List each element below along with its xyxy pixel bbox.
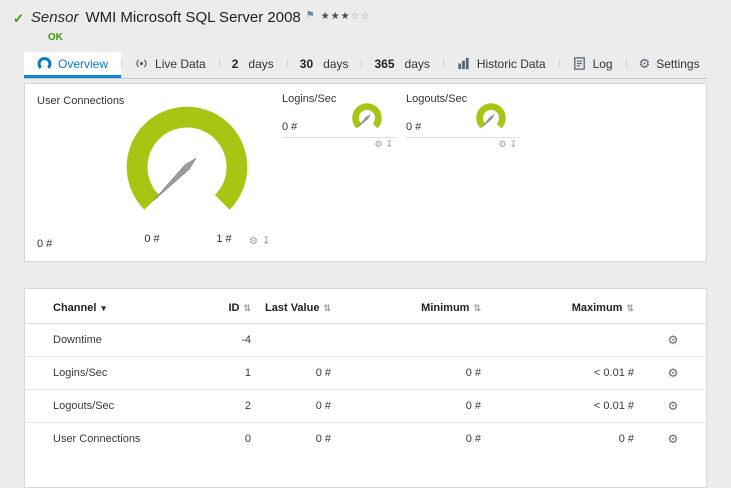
gauge-current-value: 0 # (37, 238, 53, 250)
cell-maximum: < 0.01 # (487, 356, 640, 390)
gauge-max-label: 1 # (216, 233, 232, 245)
cell-channel: Downtime (25, 323, 205, 357)
cell-channel: Logins/Sec (25, 356, 205, 390)
live-signal-icon (136, 59, 147, 68)
gauge-panel: User Connections 0 # 1 # 0 # ⚙↧ Logins/S… (24, 83, 707, 262)
logouts-gauge (476, 103, 506, 129)
gauge-needle (481, 114, 495, 128)
channel-table: Channel ▾ ID ⇅ Last Value ⇅ Minimum ⇅ Maximu… (25, 289, 706, 455)
gear-icon[interactable]: ⚙ (374, 139, 385, 149)
table-row: Downtime -4 ⚙ (25, 323, 706, 357)
tab-live-data[interactable]: Live Data (121, 52, 219, 78)
gear-icon: ⚙ (638, 55, 651, 71)
col-minimum[interactable]: Minimum ⇅ (337, 289, 487, 324)
cell-id: 1 (205, 356, 257, 390)
tab-log[interactable]: Log (558, 52, 626, 78)
divider (406, 137, 520, 138)
gear-icon[interactable]: ⚙ (498, 139, 509, 149)
col-channel[interactable]: Channel ▾ (25, 289, 205, 324)
small-gauge-label: Logouts/Sec (406, 93, 468, 105)
pin-icon[interactable]: ↧ (385, 139, 396, 149)
cell-minimum: 0 # (337, 389, 487, 423)
channel-settings-icon[interactable]: ⚙ (668, 432, 679, 446)
tab-label: days (323, 56, 349, 71)
status-badge: OK (47, 32, 63, 43)
tab-label: days (248, 56, 274, 71)
channel-settings-icon[interactable]: ⚙ (668, 333, 679, 347)
gauge-min-label: 0 # (144, 233, 160, 245)
cell-last-value (257, 323, 337, 357)
gear-icon[interactable]: ⚙ (249, 236, 262, 247)
cell-id: 0 (244, 433, 251, 445)
tab-label: Live Data (155, 56, 206, 71)
col-actions (640, 289, 706, 324)
cell-minimum: 0 # (465, 433, 481, 445)
small-gauge-value: 0 # (406, 121, 422, 133)
small-gauge-logins: Logins/Sec 0 # ⚙↧ (282, 93, 396, 151)
gauge-needle (152, 158, 197, 202)
cell-maximum: < 0.01 # (487, 389, 640, 423)
cell-maximum: 0 # (618, 433, 634, 445)
pin-icon[interactable]: ↧ (262, 236, 274, 247)
cell-channel: User Connections (53, 433, 141, 445)
sort-icon[interactable]: ⇅ (323, 303, 331, 313)
small-gauge-logouts: Logouts/Sec 0 # ⚙↧ (406, 93, 520, 151)
tab-30-days[interactable]: 30 days (286, 52, 362, 78)
cell-last-value: 0 # (257, 356, 337, 390)
tab-bar: Overview Live Data 2 days 30 days 365 days … (24, 52, 707, 79)
channel-settings-icon[interactable]: ⚙ (668, 399, 679, 413)
cell-maximum (487, 323, 640, 357)
tab-label: Settings (656, 56, 700, 71)
pin-icon[interactable]: ↧ (509, 139, 520, 149)
cell-id: -4 (205, 323, 257, 357)
cell-last-value: 0 # (315, 433, 331, 445)
tab-overview[interactable]: Overview (24, 52, 122, 78)
filter-dropdown-icon[interactable]: ▾ (101, 303, 106, 313)
cell-last-value: 0 # (257, 389, 337, 423)
sensor-header: ✓ Sensor WMI Microsoft SQL Server 2008 ⚑ ★★… (0, 0, 731, 43)
log-document-icon (573, 57, 585, 70)
page-title: WMI Microsoft SQL Server 2008 (85, 9, 301, 26)
priority-stars-empty[interactable]: ☆☆ (351, 11, 371, 22)
tab-label: Log (592, 56, 613, 71)
sort-icon[interactable]: ⇅ (243, 303, 251, 313)
bar-chart-icon (458, 57, 469, 70)
col-last-value[interactable]: Last Value ⇅ (257, 289, 337, 324)
tab-label: days (404, 56, 430, 71)
logins-gauge (352, 103, 382, 129)
flag-icon[interactable]: ⚑ (306, 10, 315, 21)
sort-icon[interactable]: ⇅ (626, 303, 634, 313)
tab-settings[interactable]: ⚙ Settings (625, 52, 713, 78)
small-gauge-label: Logins/Sec (282, 93, 337, 105)
divider (282, 137, 396, 138)
status-check-icon: ✓ (13, 11, 24, 26)
table-header-row: Channel ▾ ID ⇅ Last Value ⇅ Minimum ⇅ Maximu… (25, 289, 706, 324)
col-maximum[interactable]: Maximum ⇅ (487, 289, 640, 324)
table-row: Logouts/Sec 2 0 # 0 # < 0.01 # ⚙ (25, 389, 706, 423)
tab-label: Overview (58, 56, 109, 71)
sort-icon[interactable]: ⇅ (473, 303, 481, 313)
object-kind-label: Sensor (30, 9, 79, 26)
tab-historic-data[interactable]: Historic Data (442, 52, 559, 78)
tab-365-days[interactable]: 365 days (361, 52, 442, 78)
channel-settings-icon[interactable]: ⚙ (668, 366, 679, 380)
gauge-needle (357, 114, 371, 128)
col-id[interactable]: ID ⇅ (205, 289, 257, 324)
user-connections-gauge (126, 106, 248, 210)
cell-minimum: 0 # (337, 356, 487, 390)
channel-table-panel: Channel ▾ ID ⇅ Last Value ⇅ Minimum ⇅ Maximu… (24, 288, 707, 488)
cell-channel: Logouts/Sec (25, 389, 205, 423)
tab-label: Historic Data (476, 56, 546, 71)
cell-minimum (337, 323, 487, 357)
table-row: User Connections 0 0 # 0 # 0 # ⚙ (25, 423, 706, 456)
cell-id: 2 (205, 389, 257, 423)
small-gauge-value: 0 # (282, 121, 298, 133)
tab-2-days[interactable]: 2 days (218, 52, 287, 78)
priority-stars-filled[interactable]: ★★★ (321, 11, 351, 22)
table-row: Logins/Sec 1 0 # 0 # < 0.01 # ⚙ (25, 356, 706, 390)
gauge-icon (37, 56, 52, 69)
